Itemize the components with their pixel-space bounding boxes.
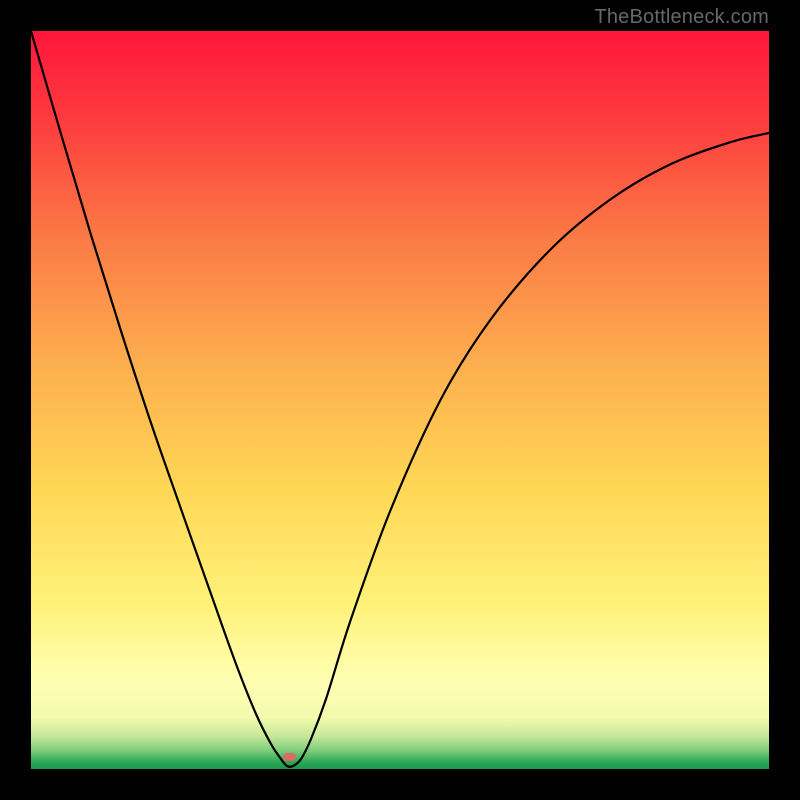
watermark-text: TheBottleneck.com [594,6,769,29]
minimum-marker [283,753,296,761]
chart-svg [31,31,769,769]
gradient-background [31,31,769,769]
plot-area [31,31,769,769]
chart-frame: TheBottleneck.com [0,0,800,800]
